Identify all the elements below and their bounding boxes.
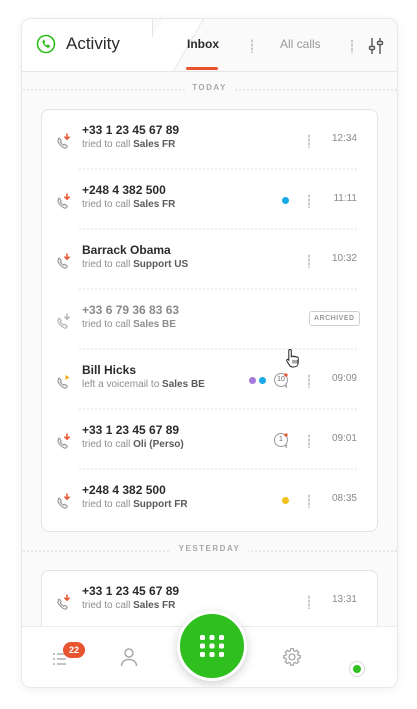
activity-panel: Activity Inbox All calls TODAY +33 1 23 … xyxy=(21,18,398,688)
row-menu-icon[interactable] xyxy=(308,434,310,448)
call-description: tried to call Sales FR xyxy=(82,600,176,611)
dialpad-grid-icon xyxy=(200,635,224,657)
tab-all-calls[interactable]: All calls xyxy=(280,37,321,51)
header: Activity Inbox All calls xyxy=(22,19,397,72)
filter-settings-icon[interactable] xyxy=(367,37,385,55)
caller-name: +33 1 23 45 67 89 xyxy=(82,423,180,437)
dialpad-button[interactable] xyxy=(177,611,247,681)
call-time: 11:11 xyxy=(333,193,357,204)
section-label: YESTERDAY xyxy=(170,544,249,553)
missed-call-icon xyxy=(57,193,70,209)
call-time: 09:01 xyxy=(331,433,357,444)
row-menu-icon[interactable] xyxy=(308,494,310,508)
row-menu-icon[interactable] xyxy=(308,134,310,148)
caller-name: +248 4 382 500 xyxy=(82,183,166,197)
call-description: tried to call Sales FR xyxy=(82,199,176,210)
tag-dot-yellow xyxy=(282,497,289,504)
archived-badge: ARCHIVED xyxy=(309,311,360,326)
call-description: tried to call Support FR xyxy=(82,499,188,510)
page-title: Activity xyxy=(66,34,120,53)
call-row[interactable]: +248 4 382 500 tried to call Sales FR 11… xyxy=(42,170,377,230)
section-label: TODAY xyxy=(184,83,235,92)
section-yesterday: YESTERDAY xyxy=(22,544,397,558)
call-description: tried to call Sales FR xyxy=(82,139,176,150)
missed-call-icon xyxy=(57,313,70,329)
row-menu-icon[interactable] xyxy=(308,194,310,208)
divider xyxy=(251,39,253,53)
caller-name: +33 1 23 45 67 89 xyxy=(82,584,180,598)
call-description: tried to call Support US xyxy=(82,259,189,270)
comments-count: 1 xyxy=(279,436,283,443)
notification-count-badge: 22 xyxy=(63,642,86,658)
caller-name: +33 1 23 45 67 89 xyxy=(82,123,180,137)
comments-bubble-icon[interactable]: 10 xyxy=(273,372,289,389)
call-time: 09:09 xyxy=(331,373,357,384)
call-description: tried to call Oli (Perso) xyxy=(82,439,184,450)
call-row[interactable]: Barrack Obama tried to call Support US 1… xyxy=(42,230,377,290)
settings-gear-icon[interactable] xyxy=(282,647,302,667)
caller-name: +248 4 382 500 xyxy=(82,483,166,497)
tab-inbox[interactable]: Inbox xyxy=(187,37,219,51)
missed-call-icon xyxy=(57,253,70,269)
call-time: 12:34 xyxy=(331,133,357,144)
phone-icon xyxy=(36,34,56,54)
caller-name: Barrack Obama xyxy=(82,243,171,257)
call-time: 13:31 xyxy=(331,594,357,605)
caller-name: +33 6 79 36 83 63 xyxy=(82,303,180,317)
section-today: TODAY xyxy=(22,83,397,97)
availability-status-toggle[interactable] xyxy=(349,661,365,677)
call-row[interactable]: Bill Hicks left a voicemail to Sales BE … xyxy=(42,350,377,410)
missed-call-icon xyxy=(57,493,70,509)
call-row[interactable]: +248 4 382 500 tried to call Support FR … xyxy=(42,470,377,530)
voicemail-call-icon xyxy=(57,375,70,389)
row-menu-icon[interactable] xyxy=(308,374,310,388)
caller-name: Bill Hicks xyxy=(82,363,137,377)
call-row-archived[interactable]: +33 6 79 36 83 63 tried to call Sales BE… xyxy=(42,290,377,350)
call-row[interactable]: +33 1 23 45 67 89 tried to call Oli (Per… xyxy=(42,410,377,470)
missed-call-icon xyxy=(57,594,70,610)
missed-call-icon xyxy=(57,433,70,449)
row-menu-icon[interactable] xyxy=(308,595,310,609)
tag-dot-blue xyxy=(282,197,289,204)
call-time: 10:32 xyxy=(331,253,357,264)
hand-cursor-icon xyxy=(286,348,299,368)
divider xyxy=(351,39,353,53)
call-row[interactable]: +33 1 23 45 67 89 tried to call Sales FR… xyxy=(42,110,377,170)
active-tab-indicator xyxy=(186,67,218,70)
tag-dot-blue xyxy=(259,377,266,384)
call-time: 08:35 xyxy=(331,493,357,504)
today-calls-card: +33 1 23 45 67 89 tried to call Sales FR… xyxy=(41,109,378,532)
comments-bubble-icon[interactable]: 1 xyxy=(273,432,289,449)
contacts-icon[interactable] xyxy=(120,647,138,667)
call-description: left a voicemail to Sales BE xyxy=(82,379,205,390)
comments-count: 10 xyxy=(277,376,285,383)
tag-dot-purple xyxy=(249,377,256,384)
missed-call-icon xyxy=(57,133,70,149)
row-menu-icon[interactable] xyxy=(308,254,310,268)
call-description: tried to call Sales BE xyxy=(82,319,176,330)
